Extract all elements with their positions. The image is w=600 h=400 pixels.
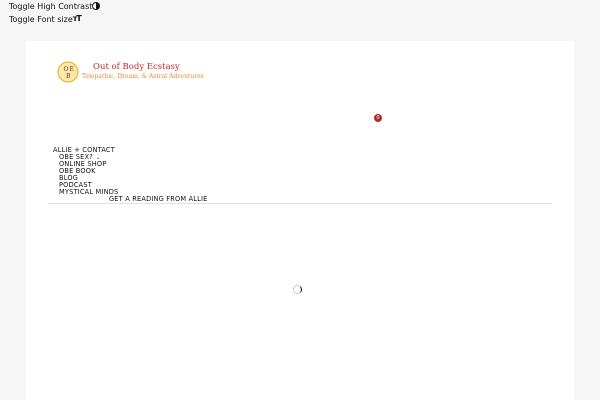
logo-letter-o: O	[64, 66, 69, 73]
font-size-icon: ᴛT	[72, 14, 82, 23]
toggle-high-contrast-label: Toggle High Contrast	[9, 2, 93, 11]
logo-letter-e: E	[70, 66, 74, 73]
site-tagline: Telepathic, Dream, & Astral Adventures	[82, 73, 204, 80]
contrast-icon	[92, 1, 101, 10]
toggle-font-size-label: Toggle Font size	[9, 15, 73, 24]
obe-logo-icon[interactable]: O E B	[57, 61, 79, 83]
toggle-high-contrast-button[interactable]: Toggle High Contrast	[9, 0, 101, 13]
cart-count-badge[interactable]: 0	[374, 114, 382, 122]
logo-letter-b: B	[66, 73, 71, 80]
accessibility-toolbar: Toggle High Contrast Toggle Font sizeᴛT	[0, 0, 101, 26]
nav-item-get-a-reading[interactable]: GET A READING FROM ALLIE	[109, 196, 208, 203]
header-divider	[48, 203, 552, 204]
site-title[interactable]: Out of Body Ecstasy	[93, 62, 180, 72]
page-container: O E B Out of Body Ecstasy Telepathic, Dr…	[26, 41, 574, 400]
toggle-font-size-button[interactable]: Toggle Font sizeᴛT	[9, 13, 100, 26]
spinner-icon	[293, 285, 302, 294]
